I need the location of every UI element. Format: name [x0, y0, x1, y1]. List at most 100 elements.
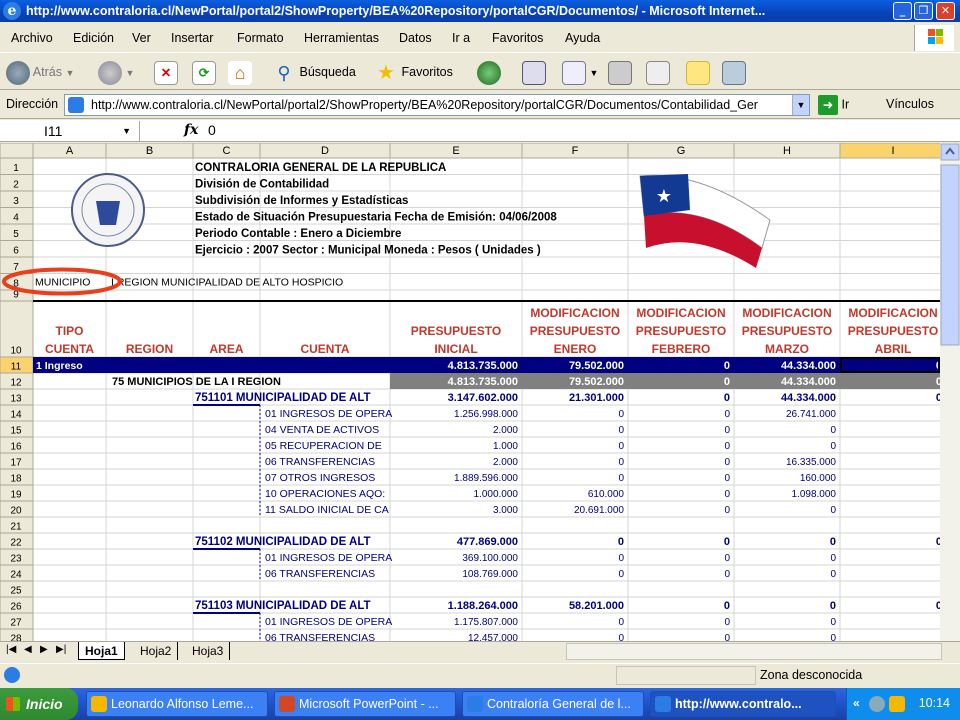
row-header-4: 4: [13, 213, 19, 224]
notes-button[interactable]: [686, 57, 710, 87]
value-cell-h: 0: [830, 441, 836, 452]
task-powerpoint[interactable]: Microsoft PowerPoint - ...: [274, 691, 456, 717]
cuenta-cell: 01 INGRESOS DE OPERA: [265, 552, 392, 564]
area-cell: 751103 MUNICIPALIDAD DE ALT: [195, 600, 371, 612]
edit-button[interactable]: [646, 57, 670, 87]
row-header-22: 22: [10, 538, 22, 549]
menu-edicion[interactable]: Edición: [73, 31, 114, 45]
value-cell-g: 0: [724, 409, 730, 420]
stop-icon: ✕: [154, 60, 178, 85]
task-contraloria[interactable]: Contraloría General de l...: [462, 691, 644, 717]
column-header-label-g: FEBRERO: [652, 342, 711, 356]
value-cell-g: 0: [724, 569, 730, 580]
row-header-20: 20: [10, 506, 22, 517]
favorites-button[interactable]: ★ Favoritos: [374, 57, 453, 87]
close-button[interactable]: ✕: [936, 2, 955, 20]
research-button[interactable]: [522, 57, 546, 87]
network-icon[interactable]: [869, 696, 885, 712]
value-cell-g: 0: [724, 600, 730, 612]
value-cell-f: 0: [618, 633, 624, 641]
tipo-cuenta-cell: 1 Ingreso: [36, 360, 83, 372]
back-button[interactable]: Atrás ▼: [6, 57, 74, 87]
chevron-down-icon[interactable]: ▼: [122, 121, 131, 141]
column-header-label-g: MODIFICACION: [636, 306, 725, 320]
stop-button[interactable]: ✕: [154, 57, 178, 87]
menu-insertar[interactable]: Insertar: [171, 31, 213, 45]
row-header-15: 15: [10, 426, 22, 437]
value-cell-f: 0: [618, 536, 624, 548]
home-icon: ⌂: [228, 60, 252, 85]
last-sheet-button[interactable]: ▶|: [56, 644, 66, 655]
column-header-label-e: INICIAL: [434, 342, 477, 356]
row-header-2: 2: [13, 180, 19, 191]
links-bar[interactable]: Vínculos: [886, 97, 934, 111]
task-leonardo[interactable]: Leonardo Alfonso Leme...: [86, 691, 268, 717]
value-cell-e: 1.188.264.000: [448, 600, 518, 612]
mail-button[interactable]: ▼: [562, 57, 598, 87]
search-icon: ⚲: [277, 62, 291, 83]
menu-archivo[interactable]: Archivo: [11, 31, 53, 45]
column-header-b: B: [146, 145, 153, 157]
value-cell-e: 1.889.596.000: [454, 473, 518, 484]
minimize-button[interactable]: _: [893, 2, 912, 20]
spreadsheet-grid[interactable]: A B C D E F G H I 1 2 3 4 5 6 7 8 9 10 11 12 13 14 15 16 17 18 19 20…: [0, 143, 940, 641]
go-button[interactable]: ➜ Ir: [818, 95, 849, 115]
value-cell-e: 4.813.735.000: [448, 376, 518, 388]
horizontal-scrollbar[interactable]: [566, 643, 942, 660]
value-cell-g: 0: [724, 360, 730, 372]
value-cell-g: 0: [724, 536, 730, 548]
messenger-button[interactable]: [722, 57, 746, 87]
menu-ir-a[interactable]: Ir a: [452, 31, 470, 45]
address-dropdown-button[interactable]: ▼: [792, 95, 809, 115]
cuenta-cell: 07 OTROS INGRESOS: [265, 472, 375, 484]
fx-icon[interactable]: fx: [184, 122, 198, 138]
tab-hoja1[interactable]: Hoja1: [78, 642, 125, 660]
history-button[interactable]: [477, 57, 501, 87]
formula-input[interactable]: 0: [208, 122, 216, 138]
column-header-label-c: AREA: [209, 342, 243, 356]
tray-expand-icon[interactable]: «: [853, 696, 860, 710]
spreadsheet-canvas[interactable]: A B C D E F G H I1234567891011121314151617181920…: [0, 143, 940, 641]
row-header-23: 23: [10, 554, 22, 565]
tab-hoja2[interactable]: Hoja2: [134, 642, 179, 660]
value-cell-f: 0: [618, 457, 624, 468]
column-header-e: E: [452, 145, 459, 157]
mail-icon: [562, 60, 586, 85]
address-input[interactable]: http://www.contraloria.cl/NewPortal/port…: [64, 94, 810, 116]
prev-sheet-button[interactable]: ◀: [24, 644, 32, 655]
name-box[interactable]: I11 ▼: [0, 121, 140, 141]
security-shield-icon[interactable]: [889, 696, 905, 712]
search-button[interactable]: ⚲ Búsqueda: [272, 57, 355, 87]
start-button[interactable]: Inicio: [0, 688, 78, 720]
menu-ayuda[interactable]: Ayuda: [565, 31, 600, 45]
menu-favoritos[interactable]: Favoritos: [492, 31, 543, 45]
forward-button[interactable]: ▼: [98, 57, 134, 87]
area-cell: 751102 MUNICIPALIDAD DE ALT: [195, 536, 371, 548]
next-sheet-button[interactable]: ▶: [40, 644, 48, 655]
value-cell-f: 0: [618, 553, 624, 564]
menu-herramientas[interactable]: Herramientas: [304, 31, 379, 45]
task-label: Contraloría General de l...: [487, 697, 631, 711]
value-cell-g: 0: [724, 441, 730, 452]
value-cell-h: 44.334.000: [781, 376, 836, 388]
value-cell-h: 16.335.000: [786, 457, 836, 468]
value-cell-f: 610.000: [588, 489, 625, 500]
tab-hoja3[interactable]: Hoja3: [186, 642, 231, 660]
task-contralo-active[interactable]: http://www.contralo...: [650, 691, 836, 717]
menu-formato[interactable]: Formato: [237, 31, 284, 45]
address-label: Dirección: [6, 97, 59, 111]
column-header-cell: [839, 143, 940, 159]
menu-ver[interactable]: Ver: [132, 31, 151, 45]
refresh-button[interactable]: ⟳: [192, 57, 216, 87]
cuenta-cell: 01 INGRESOS DE OPERA: [265, 616, 392, 628]
vertical-scrollbar[interactable]: [940, 143, 960, 641]
task-label: Leonardo Alfonso Leme...: [111, 697, 254, 711]
menu-datos[interactable]: Datos: [399, 31, 432, 45]
first-sheet-button[interactable]: |◀: [6, 644, 16, 655]
address-url: http://www.contraloria.cl/NewPortal/port…: [91, 98, 758, 112]
print-button[interactable]: [608, 57, 632, 87]
maximize-button[interactable]: ❐: [914, 2, 933, 20]
home-button[interactable]: ⌂: [228, 57, 252, 87]
row-header-3: 3: [13, 196, 19, 207]
value-cell-f: 0: [618, 441, 624, 452]
